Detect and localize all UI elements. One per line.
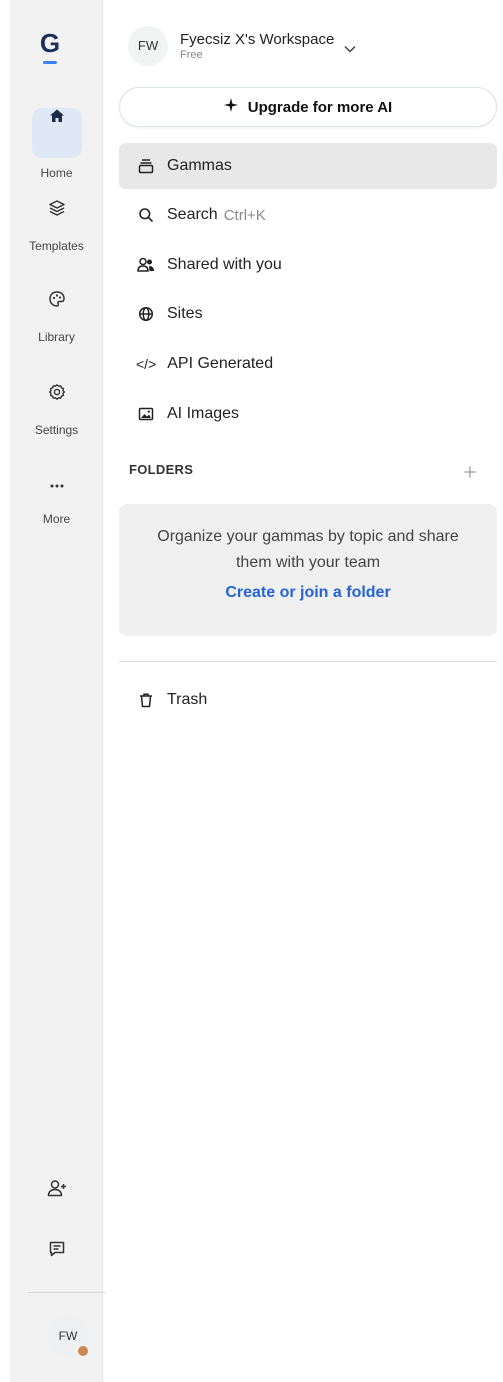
feedback-button[interactable] xyxy=(10,1234,103,1270)
rail-label-library: Library xyxy=(38,330,75,344)
nav-item-gammas[interactable]: Gammas xyxy=(119,143,497,189)
trash-icon xyxy=(136,690,156,710)
sparkle-icon xyxy=(223,97,238,117)
workspace-plan: Free xyxy=(180,49,203,61)
home-icon xyxy=(31,108,82,158)
rail-label-settings: Settings xyxy=(34,423,79,437)
workspace-switcher[interactable]: FW Fyecsiz X's Workspace Free xyxy=(128,26,356,66)
chevron-down-icon xyxy=(344,45,356,53)
user-avatar-badge xyxy=(76,1344,90,1358)
code-icon: </> xyxy=(136,356,157,372)
upgrade-label: Upgrade for more AI xyxy=(247,98,393,116)
folders-empty-state: Organize your gammas by topic and share … xyxy=(119,504,497,636)
rail-divider xyxy=(28,1292,106,1293)
nav-item-api-generated[interactable]: </> API Generated xyxy=(119,341,497,387)
shared-users-icon xyxy=(136,255,156,275)
sidebar-divider xyxy=(119,661,497,662)
invite-member-button[interactable] xyxy=(10,1173,103,1209)
rail-item-library[interactable]: Library xyxy=(10,284,103,344)
create-folder-link[interactable]: Create or join a folder xyxy=(225,584,390,602)
feedback-icon xyxy=(42,1240,72,1270)
layers-icon xyxy=(42,199,72,229)
nav-item-trash[interactable]: Trash xyxy=(119,677,497,723)
add-user-icon xyxy=(42,1179,72,1209)
user-avatar[interactable]: FW xyxy=(48,1316,90,1358)
workspace-avatar: FW xyxy=(128,26,168,66)
user-initials: FW xyxy=(58,1329,78,1343)
nav-item-sites[interactable]: Sites xyxy=(119,291,497,337)
search-icon xyxy=(136,205,156,225)
upgrade-button[interactable]: Upgrade for more AI xyxy=(119,87,497,127)
nav-label-gammas: Gammas xyxy=(167,157,232,174)
nav-label-sites: Sites xyxy=(167,305,203,322)
rail-label-more: More xyxy=(42,512,71,526)
logo-letter: G xyxy=(39,28,61,58)
gamma-logo[interactable]: G xyxy=(35,28,65,70)
search-shortcut-hint: Ctrl+K xyxy=(223,206,266,224)
image-icon xyxy=(136,404,156,424)
logo-underline xyxy=(43,61,57,64)
rail-item-home[interactable]: Home xyxy=(10,92,103,180)
rail-label-home: Home xyxy=(40,166,73,180)
rail-item-templates[interactable]: Templates xyxy=(10,193,103,253)
nav-label-shared: Shared with you xyxy=(167,256,282,273)
rail-label-templates: Templates xyxy=(29,239,84,253)
nav-label-ai-images: AI Images xyxy=(167,405,240,422)
nav-item-search[interactable]: Search Ctrl+K xyxy=(119,192,497,238)
workspace-name: Fyecsiz X's Workspace xyxy=(180,31,335,48)
folders-empty-message: Organize your gammas by topic and share … xyxy=(157,528,459,571)
nav-item-shared[interactable]: Shared with you xyxy=(119,242,497,288)
stack-icon xyxy=(136,156,156,176)
more-icon xyxy=(42,474,72,504)
left-gutter xyxy=(0,0,10,1382)
add-folder-button[interactable] xyxy=(464,460,476,483)
folders-heading: FOLDERS xyxy=(129,462,194,477)
nav-item-ai-images[interactable]: AI Images xyxy=(119,391,497,437)
nav-label-trash: Trash xyxy=(167,691,208,708)
gear-icon xyxy=(42,383,72,413)
nav-label-api-generated: API Generated xyxy=(167,355,274,372)
nav-label-search: Search xyxy=(167,206,218,223)
plus-icon xyxy=(464,466,476,478)
globe-icon xyxy=(136,304,156,324)
icon-rail: G Home Templates Library Settings More F… xyxy=(10,0,106,1382)
rail-item-more[interactable]: More xyxy=(10,468,103,526)
palette-icon xyxy=(42,290,72,320)
rail-item-settings[interactable]: Settings xyxy=(10,377,103,437)
